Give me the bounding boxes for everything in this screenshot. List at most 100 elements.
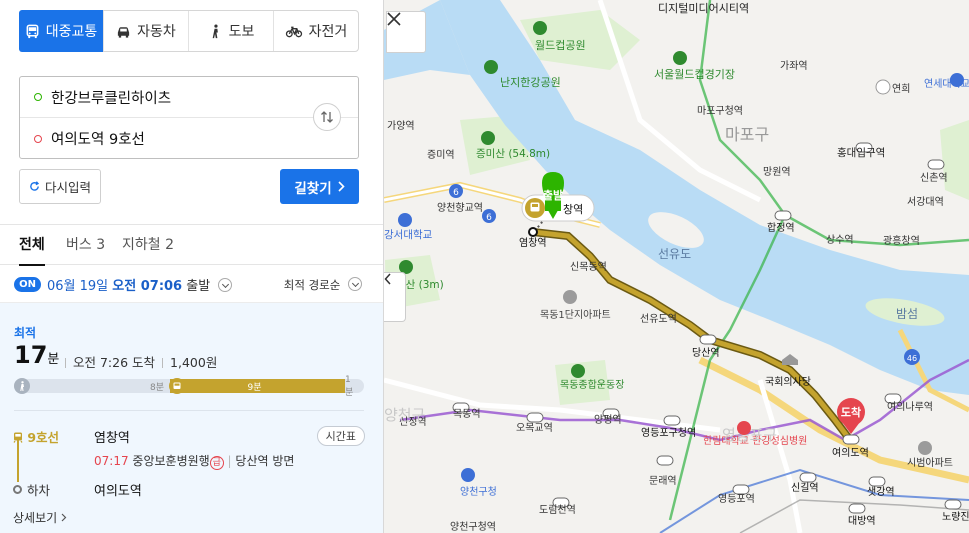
map-label: 서강대역 — [907, 196, 944, 208]
close-button[interactable] — [386, 11, 426, 53]
map-label: 여의나루역 — [887, 401, 933, 413]
map-view[interactable]: 6 6 46 디지털미디어시티역 월드컵공원 서울월드컵경기장 가좌역 연세대학… — [384, 0, 969, 533]
chevron-right-icon — [338, 181, 345, 192]
subway-icon — [169, 378, 185, 394]
departure-row: ON 06월 19일 오전 07:06 출발 최적 경로순 — [0, 266, 383, 303]
start-input[interactable]: 한강브루클린하이츠 — [20, 77, 358, 118]
map-label: 도림천역 — [539, 504, 576, 516]
detail-link[interactable]: 상세보기 — [13, 509, 67, 526]
subway-segment: 9분 — [170, 379, 345, 393]
tab-bus[interactable]: 버스 3 — [66, 225, 105, 265]
departure-on-badge[interactable]: ON — [14, 277, 41, 292]
map-label: 국회의사당 — [765, 376, 811, 388]
detail-label: 상세보기 — [13, 511, 58, 525]
map-label: 노량진 — [942, 511, 969, 523]
map-label: 디지털미디어시티역 — [658, 2, 749, 15]
end-input[interactable]: 여의도역 9호선 — [20, 118, 310, 159]
sort-selector[interactable]: 최적 경로순 — [284, 277, 362, 293]
train-direction: 당산역 방면 — [235, 454, 295, 468]
arrival-time: 오전 7:26 도착 — [73, 355, 156, 370]
departure-date: 06월 19일 — [47, 279, 109, 294]
train-destination: 중앙보훈병원행 — [132, 454, 210, 468]
map-label: 선유도 — [658, 247, 691, 261]
map-label: 증미산 (54.8m) — [476, 148, 550, 160]
map-label: 가좌역 — [780, 60, 808, 72]
map-label: 월드컵공원 — [535, 39, 586, 52]
mode-walk-label: 도보 — [228, 24, 255, 40]
search-route-label: 길찾기 — [294, 180, 332, 197]
bicycle-icon — [285, 26, 302, 37]
map-label: 서울월드컵경기장 — [654, 68, 735, 81]
map-label: 합정역 — [767, 222, 795, 234]
map-label: 양천구 — [384, 406, 425, 424]
swap-button[interactable] — [313, 103, 341, 131]
departure-suffix: 출발 — [186, 279, 211, 294]
departure-time: 오전 07:06 — [112, 279, 183, 294]
search-route-button[interactable]: 길찾기 — [280, 169, 359, 204]
map-label: 문래역 — [649, 475, 677, 487]
route-panel: 대중교통 자동차 도보 자전거 한강브루클린하이츠 여의도역 9호선 다시입력 — [0, 0, 384, 533]
mode-walk-tab[interactable]: 도보 — [188, 11, 273, 51]
map-label: 대방역 — [848, 515, 876, 527]
route-segment-bar: 8분 9분 1분 — [14, 375, 364, 398]
chevron-down-icon — [218, 278, 233, 292]
subway-icon — [13, 432, 23, 443]
map-label: 난지한강공원 — [500, 76, 561, 89]
chevron-down-icon — [348, 277, 362, 291]
alight-label: 하차 — [27, 483, 51, 498]
map-label: 여의도역 — [832, 447, 869, 459]
map-label: 샛강역 — [867, 486, 895, 498]
svg-text:창역: 창역 — [563, 203, 583, 216]
map-label: 선유도역 — [640, 313, 677, 325]
start-badge-text: 출발 — [543, 188, 563, 202]
end-input-value: 여의도역 9호선 — [51, 132, 145, 148]
express-badge: 급 — [209, 456, 224, 470]
collapse-panel-button[interactable] — [384, 272, 406, 322]
divider — [14, 410, 364, 411]
map-label: 목동역 — [453, 408, 481, 420]
reset-button[interactable]: 다시입력 — [19, 169, 101, 204]
map-label: 가양역 — [387, 120, 415, 132]
map-label: 연희 — [892, 83, 910, 95]
tab-all[interactable]: 전체 — [19, 225, 45, 266]
end-dot-icon — [34, 134, 42, 143]
segment-label: 9분 — [247, 382, 262, 393]
mode-transit-tab[interactable]: 대중교통 — [19, 10, 103, 52]
mode-bicycle-tab[interactable]: 자전거 — [273, 11, 358, 51]
map-label: 오목교역 — [516, 422, 553, 434]
duration-number: 17 — [14, 341, 48, 369]
map-label: 영등포구청역 — [641, 427, 696, 439]
map-label: 양천향교역 — [437, 202, 483, 214]
timetable-button[interactable]: 시간표 — [316, 426, 365, 446]
svg-text:6: 6 — [453, 188, 459, 198]
end-badge-text: 도착 — [841, 405, 861, 419]
departure-time-selector[interactable]: 06월 19일 오전 07:06 출발 — [47, 275, 233, 294]
boarding-station: 염창역 — [94, 431, 130, 446]
map-canvas: 6 6 46 디지털미디어시티역 월드컵공원 서울월드컵경기장 가좌역 연세대학… — [384, 0, 969, 533]
map-label: 당산역 — [692, 347, 720, 359]
alight-station: 여의도역 — [94, 484, 142, 499]
tab-subway[interactable]: 지하철 2 — [122, 225, 174, 265]
map-label: 강서대학교 — [384, 229, 433, 241]
total-duration: 17분 — [14, 341, 59, 369]
route-result-card[interactable]: 최적 17분 오전 7:26 도착 1,400원 8분 9분 1분 9호선 염창역 시… — [0, 303, 383, 533]
walk-icon — [212, 23, 218, 38]
start-dot-icon — [34, 93, 42, 101]
map-label: 양천구청 — [460, 486, 497, 498]
map-label: 홍대입구역 — [837, 146, 885, 159]
mode-car-tab[interactable]: 자동차 — [103, 11, 188, 51]
map-label: 밤섬 — [896, 307, 918, 321]
walk-segment: 1분 — [345, 375, 364, 398]
mode-transit-label: 대중교통 — [45, 24, 98, 40]
fare: 1,400원 — [170, 355, 218, 370]
map-label: 신길역 — [791, 481, 819, 494]
map-label: 상수역 — [826, 234, 854, 246]
car-icon — [118, 26, 130, 38]
train-time: 07:17 — [94, 454, 129, 468]
alight-point-icon — [13, 485, 22, 494]
result-tabs: 전체 버스 3 지하철 2 — [0, 225, 383, 266]
map-label: 망원역 — [763, 166, 791, 178]
sort-label: 최적 경로순 — [283, 278, 341, 292]
refresh-icon — [30, 181, 40, 191]
mode-car-label: 자동차 — [137, 24, 176, 40]
